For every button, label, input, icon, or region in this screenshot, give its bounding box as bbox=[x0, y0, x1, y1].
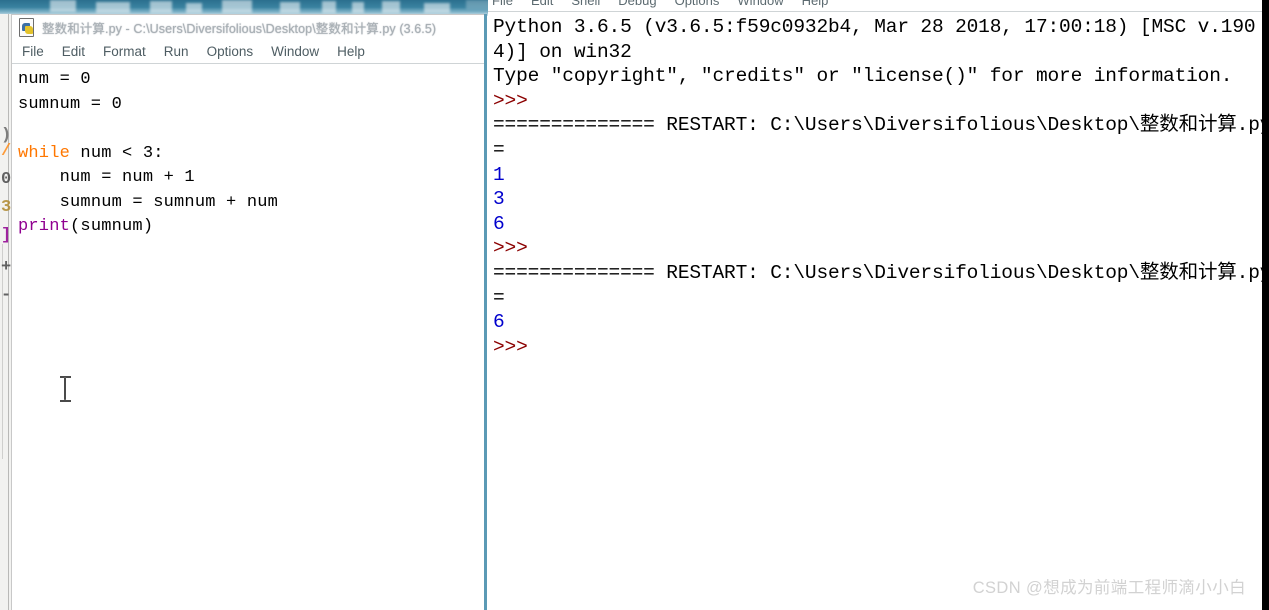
code-token-plain: (sumnum) bbox=[70, 217, 154, 236]
editor-menu-window[interactable]: Window bbox=[271, 44, 319, 59]
editor-menubar[interactable]: File Edit Format Run Options Window Help bbox=[12, 39, 485, 64]
editor-title: 整数和计算.py - C:\Users\Diversifolious\Deskt… bbox=[42, 21, 437, 36]
code-line[interactable]: sumnum = 0 bbox=[18, 93, 485, 118]
code-token-plain: num = 0 bbox=[18, 70, 91, 89]
shell-menu-debug[interactable]: Debug bbox=[618, 0, 656, 8]
editor-menu-run[interactable]: Run bbox=[164, 44, 189, 59]
shell-menu-shell[interactable]: Shell bbox=[571, 0, 600, 8]
editor-menu-options[interactable]: Options bbox=[207, 44, 254, 59]
shell-lines[interactable]: Python 3.6.5 (v3.6.5:f59c0932b4, Mar 28 … bbox=[493, 15, 1262, 359]
shell-output-area[interactable]: Python 3.6.5 (v3.6.5:f59c0932b4, Mar 28 … bbox=[488, 12, 1262, 610]
code-token-keyword: while bbox=[18, 143, 71, 163]
python-file-icon bbox=[18, 18, 36, 37]
shell-line-output: 3 bbox=[493, 188, 505, 211]
code-token-plain: num = num + 1 bbox=[59, 168, 195, 187]
code-line[interactable] bbox=[18, 117, 485, 142]
idle-editor-window[interactable]: 整数和计算.py - C:\Users\Diversifolious\Deskt… bbox=[11, 14, 485, 610]
editor-window-right-border bbox=[484, 14, 487, 610]
shell-line-prompt: >>> bbox=[493, 89, 528, 112]
shell-menu-file[interactable]: File bbox=[492, 0, 513, 8]
shell-menu-window[interactable]: Window bbox=[737, 0, 783, 8]
shell-line-restart: = bbox=[493, 286, 505, 309]
text-ibeam-cursor bbox=[60, 376, 71, 402]
code-line[interactable]: num = num + 1 bbox=[18, 166, 485, 191]
idle-shell-window[interactable]: File Edit Shell Debug Options Window Hel… bbox=[488, 0, 1262, 610]
editor-menu-format[interactable]: Format bbox=[103, 44, 146, 59]
shell-line-output: 6 bbox=[493, 311, 505, 334]
editor-text-area[interactable]: num = 0 sumnum = 0 while num < 3: num = n… bbox=[12, 64, 485, 610]
shell-menu-edit[interactable]: Edit bbox=[531, 0, 553, 8]
code-line[interactable]: num = 0 bbox=[18, 68, 485, 93]
code-line[interactable]: sumnum = sumnum + num bbox=[18, 191, 485, 216]
right-black-gutter bbox=[1262, 0, 1269, 610]
shell-line-text: Python 3.6.5 (v3.6.5:f59c0932b4, Mar 28 … bbox=[493, 16, 1256, 38]
code-token-plain: num < 3: bbox=[70, 143, 164, 163]
shell-line-output: 1 bbox=[493, 163, 505, 186]
shell-line-prompt: >>> bbox=[493, 237, 528, 260]
shell-line-text: 4)] on win32 bbox=[493, 40, 632, 63]
editor-menu-edit[interactable]: Edit bbox=[62, 44, 85, 59]
shell-line-text: Type "copyright", "credits" or "license(… bbox=[493, 65, 1233, 88]
screen-root: ) / 0 3 ] + - 整数和计算.py - C:\Users\Divers… bbox=[0, 0, 1269, 610]
csdn-watermark: CSDN @想成为前端工程师滴小小白 bbox=[972, 579, 1246, 597]
editor-titlebar[interactable]: 整数和计算.py - C:\Users\Diversifolious\Deskt… bbox=[12, 15, 485, 39]
shell-line-restart: = bbox=[493, 138, 505, 161]
shell-line-output: 6 bbox=[493, 212, 505, 235]
code-token-builtin: print bbox=[18, 217, 71, 236]
shell-menu-options[interactable]: Options bbox=[675, 0, 720, 8]
code-token-plain: sumnum = sumnum + num bbox=[59, 192, 279, 212]
shell-line-restart: ============== RESTART: C:\Users\Diversi… bbox=[493, 114, 1262, 137]
code-line[interactable]: print(sumnum) bbox=[18, 215, 485, 240]
editor-menu-help[interactable]: Help bbox=[337, 44, 365, 59]
code-line[interactable]: while num < 3: bbox=[18, 142, 485, 167]
code-content[interactable]: num = 0 sumnum = 0 while num < 3: num = n… bbox=[18, 68, 485, 240]
shell-line-restart: ============== RESTART: C:\Users\Diversi… bbox=[493, 261, 1262, 284]
shell-menu-help[interactable]: Help bbox=[802, 0, 829, 8]
shell-line-prompt: >>> bbox=[493, 335, 528, 358]
code-token-plain: sumnum = 0 bbox=[18, 94, 123, 114]
shell-menubar[interactable]: File Edit Shell Debug Options Window Hel… bbox=[488, 0, 1262, 12]
editor-menu-file[interactable]: File bbox=[22, 44, 44, 59]
